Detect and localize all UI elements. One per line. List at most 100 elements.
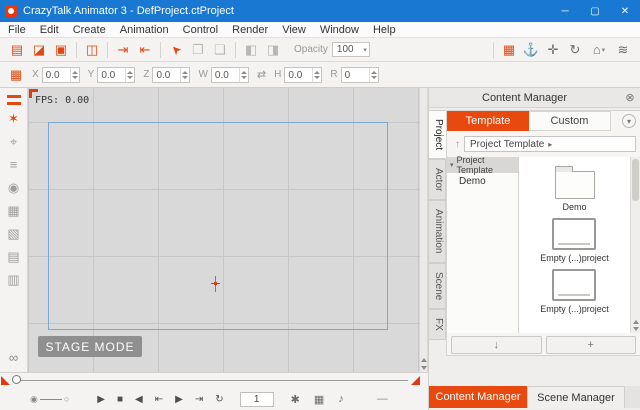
flip-vertical-icon[interactable]: ◨ — [262, 42, 284, 58]
menu-edit[interactable]: Edit — [40, 24, 59, 36]
timeline-handle[interactable] — [12, 375, 21, 384]
sprite-tool-icon[interactable]: ▦ — [7, 204, 19, 217]
opacity-dropdown[interactable]: 100 ▾ — [331, 42, 370, 57]
scroll-down-icon[interactable] — [633, 327, 639, 331]
dope-sheet-icon[interactable]: ▦ — [314, 393, 324, 406]
collapse-handle-icon[interactable] — [6, 95, 21, 98]
menu-control[interactable]: Control — [183, 24, 218, 36]
canvas-vertical-scrollbar[interactable] — [420, 88, 428, 372]
scroll-up-icon[interactable] — [633, 320, 639, 324]
maximize-button[interactable]: ▢ — [580, 0, 610, 22]
link-wh-icon[interactable]: ⇄ — [257, 68, 266, 81]
export-icon[interactable]: ⇥ — [112, 42, 134, 58]
content-scrollbar[interactable] — [630, 157, 640, 333]
curve-editor-icon[interactable]: ≋ — [612, 42, 634, 58]
w-input[interactable]: 0.0 — [210, 66, 249, 83]
y-input[interactable]: 0.0 — [97, 66, 136, 83]
scene-tool-icon[interactable]: ▤ — [7, 250, 19, 263]
prev-frame-button[interactable]: ◀ — [135, 394, 143, 405]
transform-grid-icon[interactable]: ▦ — [6, 67, 26, 83]
panel-close-icon[interactable]: ⊗ — [620, 91, 640, 104]
side-tab-fx[interactable]: FX — [429, 309, 446, 341]
add-content-button[interactable]: + — [545, 336, 636, 354]
z-spinner[interactable] — [180, 67, 189, 82]
breadcrumb[interactable]: Project Template ▸ — [464, 136, 636, 152]
first-frame-button[interactable]: ⇤ — [155, 394, 163, 405]
audio-note-icon[interactable]: ♪ — [338, 393, 344, 405]
menu-file[interactable]: File — [8, 24, 26, 36]
copy-icon[interactable]: ❐ — [187, 42, 209, 58]
content-item-demo[interactable]: Demo — [554, 161, 595, 212]
collapse-transport-icon[interactable]: — — [377, 393, 388, 405]
prop-tool-icon[interactable]: ▧ — [7, 227, 19, 240]
range-start-marker[interactable] — [1, 376, 10, 385]
timeline-zoom-control[interactable]: ◉ ○ — [30, 394, 69, 405]
render-image-icon[interactable]: ▦ — [498, 42, 520, 58]
loop-button[interactable]: ↻ — [215, 394, 223, 405]
layers-tool-icon[interactable]: ≡ — [10, 158, 18, 171]
w-spinner[interactable] — [238, 67, 248, 82]
loop-tool-icon[interactable]: ∞ — [9, 351, 18, 364]
store-cart-icon[interactable]: ◫ — [81, 42, 103, 58]
open-project-icon[interactable]: ◪ — [28, 42, 50, 58]
download-content-button[interactable]: ↓ — [451, 336, 542, 354]
side-tab-animation[interactable]: Animation — [429, 200, 446, 263]
settings-gear-icon[interactable]: ✱ — [291, 393, 300, 406]
move-tool-icon[interactable]: ✛ — [542, 42, 564, 58]
h-spinner[interactable] — [312, 67, 321, 82]
r-input[interactable]: 0 — [340, 66, 379, 83]
tree-item-demo[interactable]: Demo — [447, 173, 518, 189]
scroll-down-icon[interactable] — [421, 366, 427, 370]
scrollbar-thumb[interactable] — [632, 159, 639, 201]
minimize-button[interactable]: ─ — [550, 0, 580, 22]
collapse-handle-icon[interactable] — [6, 102, 21, 105]
scroll-up-icon[interactable] — [421, 358, 427, 362]
close-button[interactable]: ✕ — [610, 0, 640, 22]
current-frame-input[interactable] — [239, 391, 274, 407]
flip-horizontal-icon[interactable]: ◧ — [240, 42, 262, 58]
side-tab-scene[interactable]: Scene — [429, 262, 446, 310]
menu-animation[interactable]: Animation — [120, 24, 169, 36]
menu-render[interactable]: Render — [232, 24, 268, 36]
tab-custom[interactable]: Custom — [529, 111, 611, 131]
h-input[interactable]: 0.0 — [284, 66, 323, 83]
play-button[interactable]: ▶ — [97, 394, 105, 405]
menu-help[interactable]: Help — [373, 24, 396, 36]
content-item-empty-2[interactable]: Empty (...)project — [540, 269, 609, 314]
side-tab-project[interactable]: Project — [429, 110, 446, 160]
tab-template[interactable]: Template — [447, 111, 529, 131]
stop-button[interactable]: ■ — [117, 394, 123, 405]
x-input[interactable]: 0.0 — [41, 66, 80, 83]
menu-create[interactable]: Create — [73, 24, 106, 36]
tab-scene-manager[interactable]: Scene Manager — [527, 386, 625, 408]
tab-content-manager[interactable]: Content Manager — [429, 386, 527, 408]
paste-icon[interactable]: ❑ — [209, 42, 231, 58]
next-frame-button[interactable]: ▶ — [175, 394, 183, 405]
tree-root[interactable]: ▾ Project Template — [447, 155, 518, 175]
home-view-button[interactable]: ⌂ ▾ — [586, 42, 612, 57]
side-tab-actor[interactable]: Actor — [429, 159, 446, 201]
last-frame-button[interactable]: ⇥ — [195, 394, 203, 405]
up-level-icon[interactable]: ↑ — [455, 139, 460, 150]
new-project-icon[interactable]: ▤ — [6, 42, 28, 58]
y-spinner[interactable] — [125, 67, 134, 82]
range-end-marker[interactable] — [411, 376, 420, 385]
save-project-icon[interactable]: ▣ — [50, 42, 72, 58]
bone-tool-icon[interactable]: ⌖ — [10, 135, 17, 148]
menu-window[interactable]: Window — [320, 24, 359, 36]
info-tool-icon[interactable]: ◉ — [8, 181, 19, 194]
library-tool-icon[interactable]: ▥ — [7, 273, 19, 286]
anchor-icon[interactable]: ⚓ — [520, 42, 542, 58]
menu-view[interactable]: View — [282, 24, 306, 36]
content-item-empty-1[interactable]: Empty (...)project — [540, 218, 609, 263]
r-spinner[interactable] — [368, 67, 378, 82]
x-spinner[interactable] — [69, 67, 79, 82]
rotate-tool-icon[interactable]: ↻ — [564, 42, 586, 58]
z-input[interactable]: 0.0 — [152, 66, 191, 83]
panel-chevron-button[interactable]: ▾ — [622, 114, 636, 128]
actor-tool-icon[interactable]: ✶ — [8, 112, 19, 125]
import-icon[interactable]: ⇤ — [134, 42, 156, 58]
stage-canvas[interactable]: FPS: 0.00 STAGE MODE — [28, 88, 420, 372]
select-cursor-icon[interactable]: ➤ — [165, 41, 187, 58]
timeline-track[interactable] — [16, 380, 408, 381]
